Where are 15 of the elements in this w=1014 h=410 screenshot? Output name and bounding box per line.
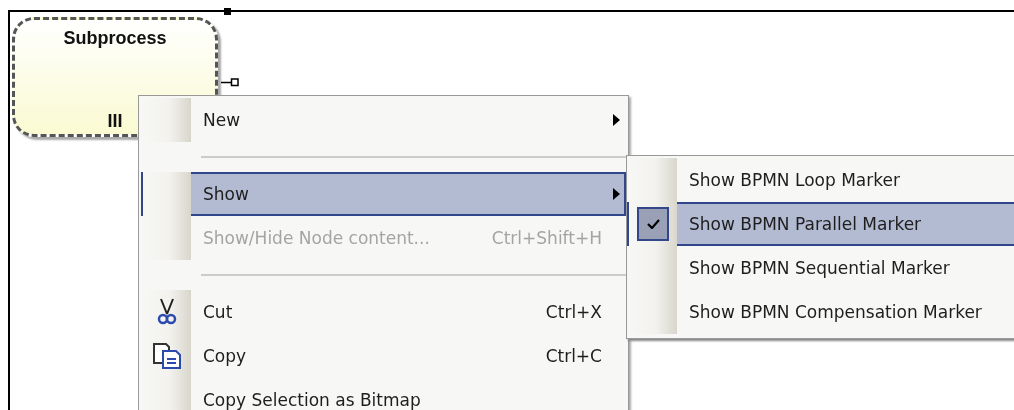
node-title: Subprocess <box>63 28 167 49</box>
menu-item[interactable]: Show BPMN Parallel Marker <box>627 202 1014 246</box>
menu-item[interactable]: Cut Ctrl+X <box>141 290 626 334</box>
menu-item[interactable]: Show <box>141 172 626 216</box>
menu-item[interactable]: Show BPMN Loop Marker <box>627 158 1014 202</box>
menu-item[interactable]: Show BPMN Compensation Marker <box>627 290 1014 334</box>
scissors-icon <box>157 298 177 326</box>
copy-icon <box>152 342 182 370</box>
checkmark-icon <box>646 219 660 229</box>
menu-item[interactable]: Copy Selection as Bitmap <box>141 378 626 410</box>
menu-item[interactable]: Show BPMN Sequential Marker <box>627 246 1014 290</box>
parallel-marker: III <box>107 111 123 132</box>
connector-port-icon[interactable] <box>221 78 239 87</box>
menu-item[interactable]: Copy Ctrl+C <box>141 334 626 378</box>
selection-handle[interactable] <box>224 8 231 15</box>
